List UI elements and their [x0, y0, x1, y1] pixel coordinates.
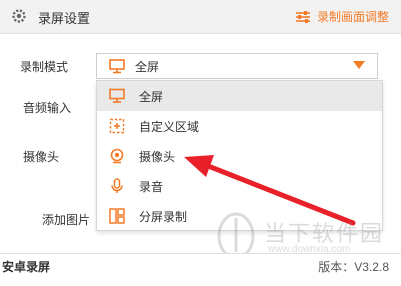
chevron-down-icon[interactable] [353, 61, 365, 69]
webcam-icon [110, 148, 124, 164]
menu-item-label: 录音 [139, 179, 164, 194]
sliders-icon [295, 10, 310, 23]
app-name: 安卓录屏 [2, 260, 51, 274]
menu-item-fullscreen[interactable]: 全屏 [97, 81, 382, 111]
record-adjust-link[interactable]: 录制画面调整 [295, 8, 389, 25]
monitor-icon [109, 58, 125, 73]
version-label: 版本：V3.2.8 [318, 260, 389, 274]
region-select-icon [109, 118, 125, 134]
menu-item-custom-region[interactable]: 自定义区域 [97, 111, 382, 141]
microphone-icon [111, 178, 123, 193]
record-mode-select[interactable]: 全屏 [96, 53, 378, 79]
menu-item-label: 全屏 [139, 89, 164, 104]
add-image-label: 添加图片 [42, 213, 91, 227]
split-screen-icon [109, 208, 125, 224]
camera-label: 摄像头 [23, 150, 60, 164]
audio-input-label: 音频输入 [23, 101, 72, 115]
record-mode-label: 录制模式 [20, 60, 69, 74]
monitor-icon [109, 88, 125, 103]
record-mode-value: 全屏 [135, 59, 160, 74]
page-title: 录屏设置 [38, 11, 91, 26]
record-adjust-label: 录制画面调整 [316, 10, 389, 24]
gear-icon [12, 9, 26, 23]
menu-item-label: 自定义区域 [139, 119, 200, 134]
